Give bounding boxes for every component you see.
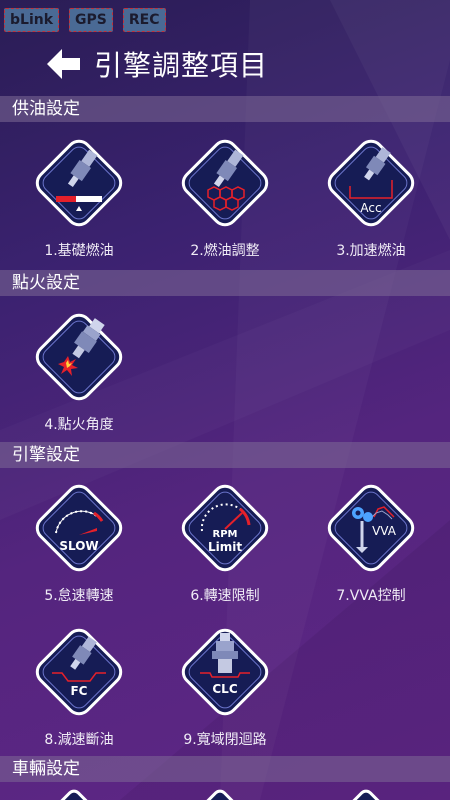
fc-text: FC [70, 684, 87, 698]
tile-closed-loop[interactable]: CLC 9.寬域閉迴路 [155, 617, 295, 749]
tile-label: 7.VVA控制 [336, 588, 406, 604]
sensor-clc-icon: CLC [181, 628, 269, 716]
tile-idle-speed[interactable]: SLOW 5.怠速轉速 [9, 473, 149, 605]
limit-text: Limit [208, 540, 242, 554]
partial-tiles-row [0, 782, 450, 800]
tile-base-fuel[interactable]: 1.基礎燃油 [9, 128, 149, 260]
injector-fc-icon: FC [35, 628, 123, 716]
acc-text: Acc [360, 201, 381, 215]
rec-badge[interactable]: REC [122, 8, 166, 32]
tile-label: 9.寬域閉迴路 [183, 732, 267, 748]
tile-label: 3.加速燃油 [336, 243, 406, 259]
slow-text: SLOW [59, 539, 98, 553]
vva-text: VVA [372, 524, 397, 538]
section-header-engine: 引擎設定 [0, 442, 450, 468]
section-header-fuel: 供油設定 [0, 96, 450, 122]
tile-label: 8.減速斷油 [44, 732, 114, 748]
partial-tile-tops [56, 789, 384, 800]
injector-gauge-icon [35, 139, 123, 227]
status-bar: bLink GPS REC [4, 8, 166, 32]
blink-badge[interactable]: bLink [4, 8, 60, 32]
gauge-slow-icon: SLOW [35, 484, 123, 572]
back-button[interactable] [46, 46, 82, 82]
tile-label: 1.基礎燃油 [44, 243, 114, 259]
valve-vva-icon: VVA [327, 484, 415, 572]
clc-text: CLC [212, 682, 237, 696]
back-arrow-icon [47, 49, 80, 79]
spark-plug-icon [35, 313, 123, 401]
rpm-text: RPM [213, 529, 238, 540]
tile-fuel-adjust[interactable]: 2.燃油調整 [155, 128, 295, 260]
injector-hex-icon [181, 139, 269, 227]
page-title: 引擎調整項目 [94, 49, 269, 82]
tile-vva-control[interactable]: VVA 7.VVA控制 [301, 473, 441, 605]
section-header-vehicle: 車輛設定 [0, 756, 450, 782]
tile-rpm-limit[interactable]: RPM Limit 6.轉速限制 [155, 473, 295, 605]
section-header-ignition: 點火設定 [0, 270, 450, 296]
tile-label: 2.燃油調整 [190, 243, 260, 259]
gps-badge[interactable]: GPS [69, 8, 113, 32]
gauge-rpm-limit-icon: RPM Limit [181, 484, 269, 572]
tile-ignition-angle[interactable]: 4.點火角度 [9, 302, 149, 434]
header: 引擎調整項目 [46, 44, 268, 84]
injector-acc-icon: Acc [327, 139, 415, 227]
tile-label: 5.怠速轉速 [44, 588, 114, 604]
tile-label: 4.點火角度 [44, 417, 114, 433]
tile-accel-fuel[interactable]: Acc 3.加速燃油 [301, 128, 441, 260]
tile-fuel-cut[interactable]: FC 8.減速斷油 [9, 617, 149, 749]
tile-label: 6.轉速限制 [190, 588, 260, 604]
